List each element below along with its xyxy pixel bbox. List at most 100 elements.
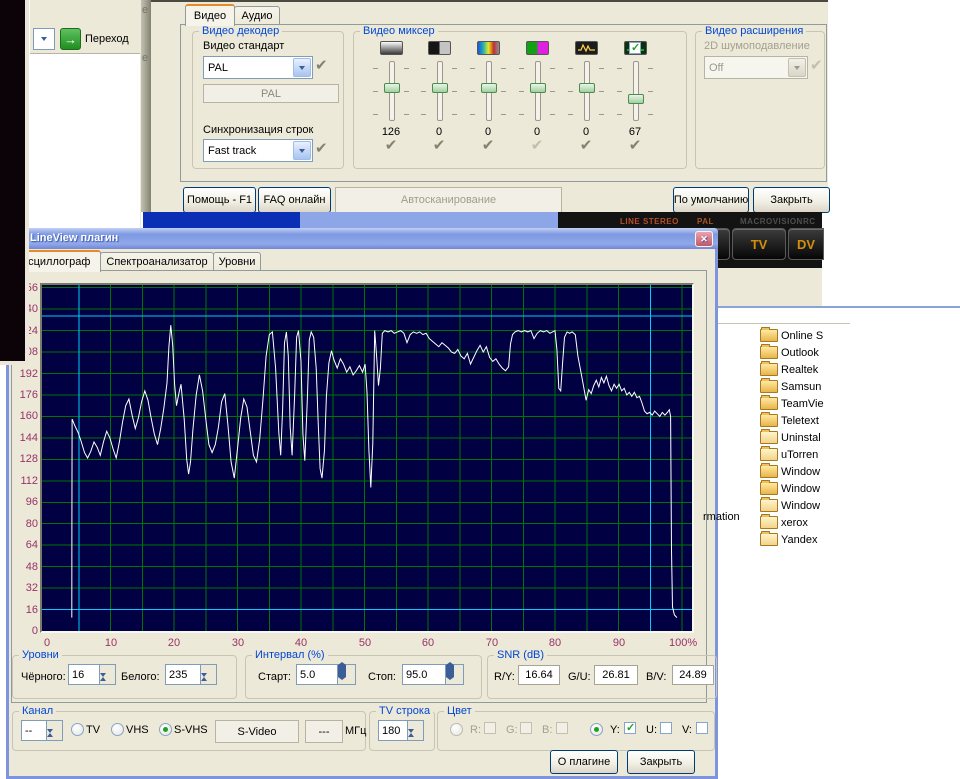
tvline-value[interactable]: 180	[378, 720, 407, 741]
bv-value: 24.89	[679, 669, 707, 681]
list-item[interactable]: uTorren	[760, 446, 960, 463]
channel-radio-vhs[interactable]	[111, 723, 124, 736]
white-level-value[interactable]: 235	[165, 664, 200, 685]
slider-thumb[interactable]	[384, 83, 400, 93]
faq-button[interactable]: FAQ онлайн	[258, 187, 331, 213]
defaults-button[interactable]: По умолчанию	[673, 187, 749, 213]
y-tick-label: 128	[9, 453, 38, 465]
spinner-buttons[interactable]	[99, 664, 116, 685]
hue-icon	[526, 41, 549, 55]
slider-thumb[interactable]	[579, 83, 595, 93]
white-level-spinner[interactable]: 235	[165, 664, 217, 685]
spinner-buttons[interactable]	[337, 664, 356, 685]
channel-spinner[interactable]: --	[21, 720, 63, 741]
black-level-value[interactable]: 16	[68, 664, 99, 685]
lineview-titlebar[interactable]: LineView плагин ✕	[6, 228, 718, 249]
list-item[interactable]: Window	[760, 463, 960, 480]
frequency-box: ---	[305, 720, 343, 743]
help-button[interactable]: Помощь - F1	[183, 187, 256, 213]
slider-tick	[519, 91, 524, 92]
list-item[interactable]: Outlook	[760, 344, 960, 361]
apply-check-icon[interactable]: ✔	[315, 141, 328, 156]
color-channel-checkbox[interactable]	[696, 722, 708, 734]
slider-tick	[550, 114, 555, 115]
channel-radio-label: S-VHS	[174, 724, 208, 736]
close-plugin-button[interactable]: Закрыть	[627, 750, 695, 774]
color-channel-checkbox[interactable]	[624, 722, 636, 734]
standard-readout-field: PAL	[203, 84, 339, 103]
dv-button[interactable]: DV	[788, 228, 824, 260]
list-item[interactable]: TeamVie	[760, 395, 960, 412]
list-item[interactable]: Uninstal	[760, 429, 960, 446]
x-tick-label: 50	[352, 637, 378, 649]
slider-thumb[interactable]	[530, 83, 546, 93]
list-item[interactable]: Teletext	[760, 412, 960, 429]
apply-check-icon[interactable]: ✔	[415, 138, 463, 153]
spinner-buttons[interactable]	[445, 664, 464, 685]
apply-check-icon[interactable]: ✔	[367, 138, 415, 153]
video-standard-combo[interactable]: PAL	[203, 56, 313, 79]
apply-check-icon[interactable]: ✔	[513, 138, 561, 153]
tv-button[interactable]: TV	[732, 228, 786, 260]
slider-tick	[470, 68, 475, 69]
chevron-down-icon[interactable]	[293, 141, 311, 160]
stop-value[interactable]: 95.0	[402, 664, 445, 685]
black-level-spinner[interactable]: 16	[68, 664, 116, 685]
slider-thumb[interactable]	[628, 94, 644, 104]
list-item[interactable]: Online S	[760, 327, 960, 344]
spinner-buttons[interactable]	[407, 720, 424, 741]
apply-check-icon[interactable]: ✔	[315, 58, 328, 73]
mixer-slider[interactable]	[611, 59, 659, 123]
color-mode-radio[interactable]	[450, 723, 463, 736]
tvline-spinner[interactable]: 180	[378, 720, 424, 741]
close-icon[interactable]: ✕	[695, 231, 713, 247]
chevron-down-icon[interactable]	[293, 58, 311, 77]
start-spinner[interactable]: 5.0	[296, 664, 356, 685]
address-dropdown-button[interactable]	[33, 28, 55, 50]
spinner-buttons[interactable]	[200, 664, 217, 685]
list-item[interactable]: Yandex	[760, 531, 960, 548]
slider-tick	[373, 91, 378, 92]
list-item[interactable]: xerox	[760, 514, 960, 531]
video-standard-value: PAL	[204, 62, 292, 74]
x-tick-label: 10	[98, 637, 124, 649]
channel-radio-tv[interactable]	[71, 723, 84, 736]
sharpness-icon	[575, 41, 598, 55]
channel-value[interactable]: --	[21, 720, 46, 741]
mixer-slider[interactable]	[513, 59, 561, 123]
channel-radio-s-vhs[interactable]	[159, 723, 172, 736]
list-item[interactable]: Window	[760, 480, 960, 497]
mixer-slider[interactable]	[415, 59, 463, 123]
list-item[interactable]: Realtek	[760, 361, 960, 378]
folder-name: Window	[781, 466, 820, 478]
mixer-slider[interactable]	[464, 59, 512, 123]
list-item[interactable]: Window	[760, 497, 960, 514]
mixer-slider[interactable]	[367, 59, 415, 123]
color-mode-radio[interactable]	[590, 723, 603, 736]
tab-video[interactable]: Видео	[185, 4, 235, 26]
apply-check-icon[interactable]: ✔	[464, 138, 512, 153]
video-mixer-group-title: Видео миксер	[360, 25, 438, 37]
sync-combo[interactable]: Fast track	[203, 139, 313, 162]
mixer-slider[interactable]	[562, 59, 610, 123]
tab-audio[interactable]: Аудио	[234, 6, 280, 25]
slider-thumb[interactable]	[481, 83, 497, 93]
ry-label: R/Y:	[494, 671, 515, 683]
list-item[interactable]: Samsun	[760, 378, 960, 395]
slider-tick	[648, 68, 653, 69]
folder-name: Window	[781, 483, 820, 495]
mixer-enable-checkbox[interactable]	[629, 42, 641, 54]
apply-check-icon[interactable]: ✔	[562, 138, 610, 153]
spinner-buttons[interactable]	[46, 720, 63, 741]
stop-spinner[interactable]: 95.0	[402, 664, 464, 685]
go-arrow-icon[interactable]: →	[60, 28, 81, 50]
about-plugin-button[interactable]: О плагине	[550, 750, 618, 774]
close-settings-button[interactable]: Закрыть	[753, 187, 830, 213]
tab-spectrum-analyzer[interactable]: Спектроанализатор	[100, 252, 214, 271]
slider-thumb[interactable]	[432, 83, 448, 93]
go-button-label[interactable]: Переход	[85, 33, 129, 45]
color-channel-checkbox[interactable]	[660, 722, 672, 734]
apply-check-icon[interactable]: ✔	[611, 138, 659, 153]
start-value[interactable]: 5.0	[296, 664, 337, 685]
tab-levels[interactable]: Уровни	[213, 252, 261, 271]
